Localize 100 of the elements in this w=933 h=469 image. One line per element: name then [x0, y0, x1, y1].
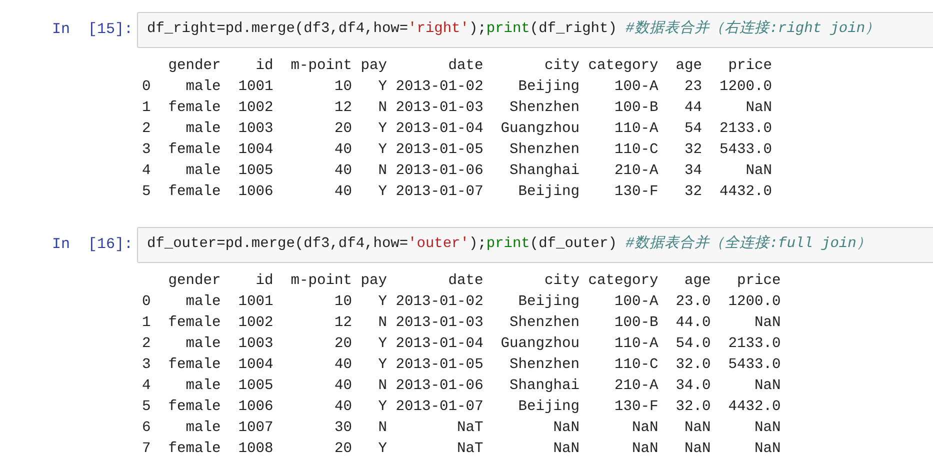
- table-cell-text: Y: [377, 292, 387, 312]
- table-cell-text: NaN: [683, 418, 711, 438]
- table-cell-text: NaN: [552, 440, 580, 459]
- table-cell-text: 32: [683, 140, 702, 160]
- row-index: 0: [142, 292, 151, 312]
- table-cell-text: 1001: [238, 78, 274, 97]
- input-prompt: In [15]:: [51, 20, 134, 40]
- table-cell-text: 32: [683, 182, 702, 202]
- table-cell-text: 40: [333, 398, 352, 417]
- row-index: 5: [142, 398, 151, 417]
- table-cell-text: Y: [377, 440, 387, 459]
- table-cell-text: Shenzhen: [508, 98, 580, 118]
- table-cell-text: 210-A: [613, 376, 658, 396]
- table-cell-text: NaN: [552, 418, 580, 438]
- row-index: 1: [142, 314, 151, 333]
- table-cell-text: female: [168, 314, 221, 333]
- table-cell-text: 4432.0: [728, 398, 781, 417]
- table-cell-text: NaN: [630, 440, 658, 459]
- table-cell-text: female: [168, 356, 221, 375]
- table-cell-text: Beijing: [517, 182, 580, 202]
- row-index: 3: [142, 356, 151, 375]
- table-cell-text: NaN: [753, 440, 781, 459]
- table-cell-text: N: [377, 314, 387, 333]
- column-header: city: [543, 56, 580, 76]
- code-input[interactable]: df_outer=pd.merge(df3,df4,how='outer');print(df_outer) #数据表合并（全连接:full join）: [137, 227, 933, 263]
- row-index: 0: [142, 78, 151, 97]
- table-cell-text: 1001: [238, 292, 274, 312]
- table-cell-text: 1200.0: [728, 292, 781, 312]
- row-index: 6: [142, 418, 151, 438]
- code-input[interactable]: df_right=pd.merge(df3,df4,how='right');print(df_right) #数据表合并（右连接:right join）: [137, 12, 933, 48]
- table-cell-text: 1008: [238, 440, 274, 459]
- table-cell-text: 32.0: [676, 398, 711, 417]
- table-cell-text: male: [184, 120, 221, 139]
- table-cell-text: 1200.0: [720, 78, 772, 97]
- table-cell-text: male: [184, 78, 221, 97]
- table-cell-text: 12: [333, 314, 352, 333]
- table-cell-text: Guangzhou: [500, 120, 580, 139]
- table-cell-text: N: [377, 98, 387, 118]
- table-cell-text: 2013-01-07: [396, 182, 484, 202]
- column-header: m-point: [290, 56, 352, 76]
- table-cell-text: 130-F: [613, 182, 658, 202]
- table-cell-text: 2013-01-04: [396, 334, 484, 354]
- column-header: pay: [360, 272, 387, 291]
- table-cell-text: Shenzhen: [508, 140, 580, 160]
- table-cell-text: 2013-01-03: [396, 98, 484, 118]
- table-cell-text: 40: [333, 140, 352, 160]
- table-cell-text: 2013-01-02: [396, 78, 484, 97]
- row-index: 4: [142, 376, 151, 396]
- table-cell-text: 2013-01-02: [396, 292, 484, 312]
- table-cell-text: 20: [333, 120, 352, 139]
- table-cell-text: female: [168, 440, 221, 459]
- table-cell-text: 40: [333, 182, 352, 202]
- table-cell-text: female: [168, 140, 221, 160]
- table-cell-text: NaN: [744, 162, 772, 181]
- table-cell-text: 2013-01-05: [396, 140, 484, 160]
- table-cell-text: Y: [377, 334, 387, 354]
- table-cell-text: NaN: [753, 314, 781, 333]
- table-cell-text: 2133.0: [720, 120, 772, 139]
- table-cell-text: 4432.0: [720, 182, 772, 202]
- table-cell-text: 100-A: [613, 78, 658, 97]
- column-header: age: [676, 56, 702, 76]
- table-cell-text: 10: [333, 78, 352, 97]
- row-index: 2: [142, 120, 151, 139]
- table-cell-text: Shanghai: [508, 376, 580, 396]
- table-cell-text: 34: [683, 162, 702, 181]
- table-cell-text: 1005: [238, 162, 274, 181]
- column-header: date: [447, 56, 484, 76]
- column-header: category: [588, 56, 658, 76]
- table-cell-text: 100-B: [613, 98, 658, 118]
- table-cell-text: 12: [333, 98, 352, 118]
- table-cell-text: Beijing: [517, 292, 580, 312]
- table-cell-text: 100-B: [613, 314, 658, 333]
- table-cell-text: 2013-01-06: [396, 376, 484, 396]
- table-cell-text: 23: [683, 78, 702, 97]
- row-index: 1: [142, 98, 151, 118]
- table-cell-text: 1003: [238, 334, 274, 354]
- table-cell-text: 2013-01-03: [396, 314, 484, 333]
- table-cell-text: 130-F: [613, 398, 658, 417]
- table-cell-text: NaN: [630, 418, 658, 438]
- row-index: 5: [142, 182, 151, 202]
- row-index: 3: [142, 140, 151, 160]
- column-header: date: [447, 272, 484, 291]
- table-cell-text: 40: [333, 376, 352, 396]
- table-cell-text: NaN: [753, 376, 781, 396]
- table-cell-text: 2013-01-07: [396, 398, 484, 417]
- table-cell-text: Shenzhen: [508, 356, 580, 375]
- table-cell-text: Y: [377, 182, 387, 202]
- table-cell-text: Shenzhen: [508, 314, 580, 333]
- column-header: price: [736, 272, 781, 291]
- table-cell-text: Y: [377, 78, 387, 97]
- table-cell-text: female: [168, 398, 221, 417]
- table-cell-text: 40: [333, 356, 352, 375]
- table-cell-text: Y: [377, 120, 387, 139]
- table-cell-text: Guangzhou: [500, 334, 580, 354]
- table-cell-text: Shanghai: [508, 162, 580, 181]
- table-cell-text: 1003: [238, 120, 274, 139]
- table-cell-text: 2013-01-06: [396, 162, 484, 181]
- column-header: m-point: [290, 272, 352, 291]
- table-cell-text: 54.0: [676, 334, 711, 354]
- table-cell-text: male: [184, 162, 221, 181]
